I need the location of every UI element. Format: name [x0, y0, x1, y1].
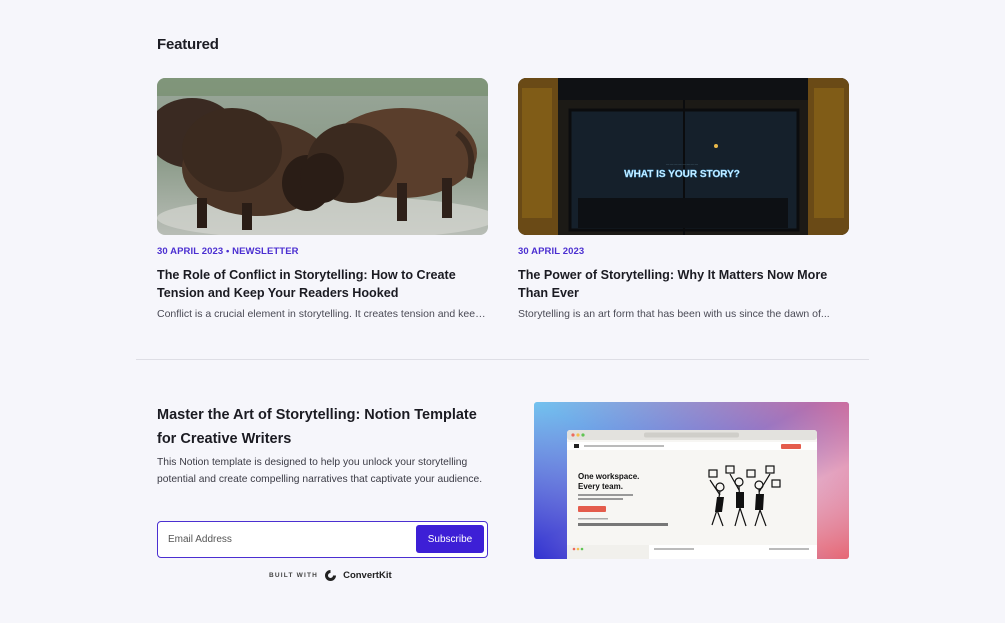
image-headline-1: One workspace. — [578, 472, 639, 481]
section-divider — [136, 359, 869, 360]
bison-image[interactable] — [157, 78, 488, 235]
convertkit-logo-icon — [325, 569, 337, 581]
card-meta: 30 APRIL 2023 • NEWSLETTER — [157, 246, 299, 257]
card-meta: 30 APRIL 2023 — [518, 246, 585, 257]
neon-text: WHAT IS YOUR STORY? — [624, 169, 740, 180]
built-with-label: BUILT WITH — [269, 571, 319, 579]
card-excerpt: Conflict is a crucial element in storyte… — [157, 308, 488, 320]
featured-card-power[interactable]: WHAT IS YOUR STORY? ~~~~~~~~ 30 APRIL 20… — [518, 78, 849, 321]
neon-sign-image[interactable]: WHAT IS YOUR STORY? ~~~~~~~~ — [518, 78, 849, 235]
subscribe-button[interactable]: Subscribe — [416, 525, 484, 553]
card-title[interactable]: The Role of Conflict in Storytelling: Ho… — [157, 266, 488, 302]
promo-title: Master the Art of Storytelling: Notion T… — [157, 407, 477, 447]
featured-card-conflict[interactable]: 30 APRIL 2023 • NEWSLETTER The Role of C… — [157, 78, 488, 321]
image-headline-2: Every team. — [578, 482, 623, 491]
featured-heading: Featured — [157, 36, 219, 53]
built-with-convertkit[interactable]: BUILT WITH ConvertKit — [269, 567, 392, 583]
svg-text:~~~~~~~~: ~~~~~~~~ — [666, 160, 699, 167]
email-input[interactable] — [168, 530, 408, 548]
card-excerpt: Storytelling is an art form that has bee… — [518, 308, 830, 320]
subscribe-form: Subscribe — [157, 521, 488, 558]
convertkit-brand: ConvertKit — [343, 569, 392, 581]
card-title[interactable]: The Power of Storytelling: Why It Matter… — [518, 266, 849, 302]
notion-template-image: One workspace. Every team. — [534, 402, 849, 559]
promo-description: This Notion template is designed to help… — [157, 457, 483, 485]
